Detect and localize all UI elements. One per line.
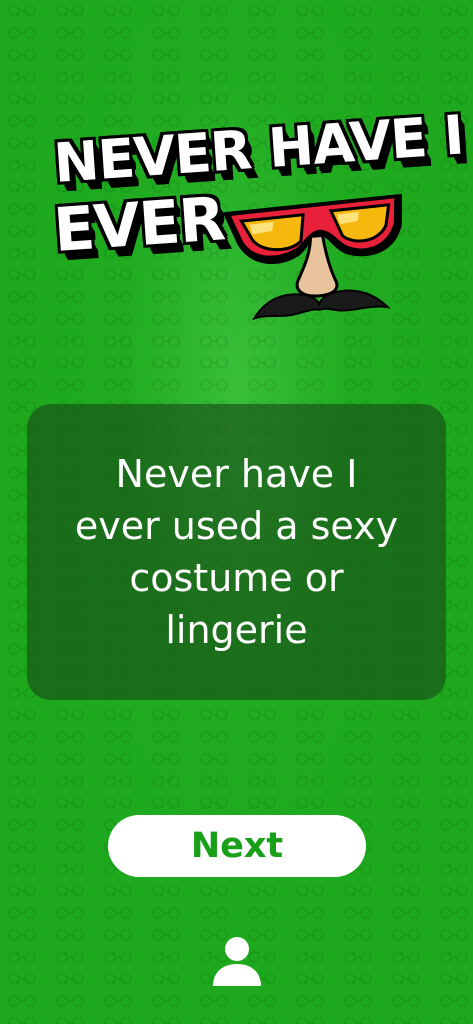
next-button[interactable]: Next [108, 815, 366, 877]
glasses-nose-mustache-icon [222, 193, 402, 321]
question-text: Never have I ever used a sexy costume or… [74, 452, 399, 652]
game-logo: NEVER HAVE I EVER [46, 103, 465, 330]
profile-icon[interactable] [211, 936, 263, 988]
logo-title-line-1: NEVER HAVE I [51, 103, 466, 195]
question-card: Never have I ever used a sexy costume or… [27, 404, 446, 700]
logo-title-line-2: EVER [51, 184, 227, 266]
